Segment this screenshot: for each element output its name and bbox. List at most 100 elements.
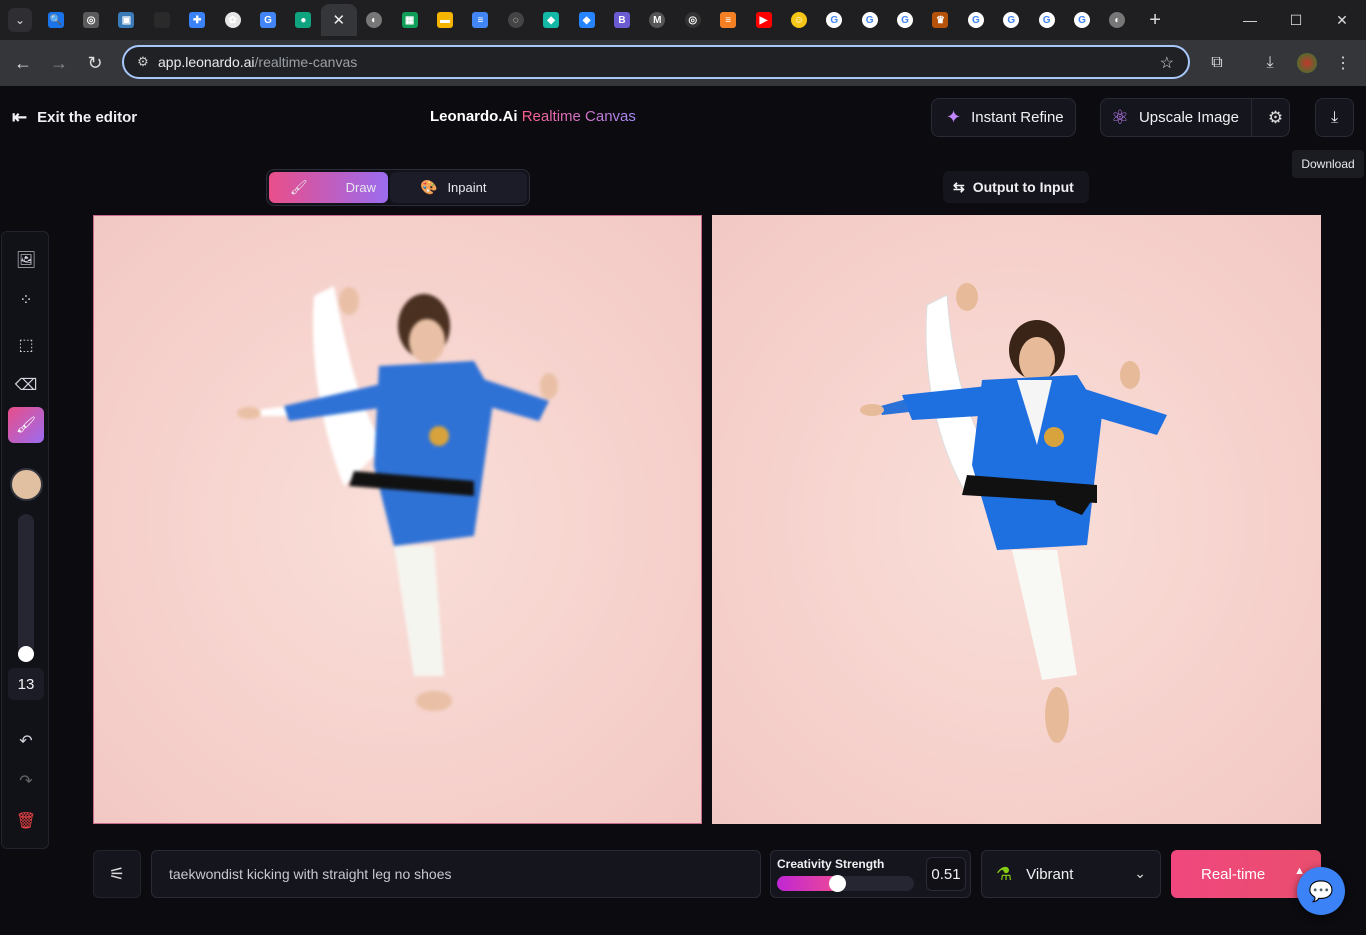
realtime-label: Real-time: [1201, 865, 1266, 883]
browser-tab[interactable]: G: [250, 4, 285, 36]
undo-icon[interactable]: ↶: [8, 723, 44, 759]
google-icon: G: [861, 12, 878, 28]
creativity-strength-label: Creativity Strength: [777, 857, 885, 871]
gear-icon[interactable]: ⚙: [1260, 99, 1291, 136]
forward-arrow-icon[interactable]: →: [41, 45, 77, 81]
browser-tab[interactable]: G: [958, 4, 993, 36]
google-icon: G: [897, 12, 914, 28]
brush-icon: 🖌: [289, 179, 308, 195]
brush-size-value[interactable]: 13: [8, 668, 44, 700]
google-icon: G: [1074, 12, 1091, 28]
trash-icon[interactable]: 🗑: [8, 803, 44, 839]
browser-tab[interactable]: ◎: [675, 4, 710, 36]
active-tab[interactable]: ✕: [321, 4, 357, 36]
instant-refine-button[interactable]: ✦ Instant Refine: [931, 98, 1076, 137]
browser-tab[interactable]: G: [1064, 4, 1099, 36]
browser-tab[interactable]: ✚: [180, 4, 215, 36]
select-icon[interactable]: ⬚: [8, 327, 44, 363]
brand-name: Leonardo.Ai: [430, 108, 518, 125]
redo-icon[interactable]: ↷: [8, 763, 44, 799]
window-close-icon[interactable]: ✕: [1319, 0, 1365, 40]
browser-tab[interactable]: ▦: [392, 4, 427, 36]
maximize-icon[interactable]: ☐: [1273, 0, 1319, 40]
browser-tab[interactable]: ●: [286, 4, 321, 36]
browser-tab[interactable]: G: [817, 4, 852, 36]
minimize-icon[interactable]: —: [1227, 0, 1273, 40]
sheets-icon: ▦: [401, 12, 418, 28]
jira-icon: ◆: [578, 12, 595, 28]
browser-tab[interactable]: ◆: [533, 4, 568, 36]
profile-avatar[interactable]: [1289, 45, 1325, 81]
browser-tab[interactable]: ▬: [427, 4, 462, 36]
url-path: /realtime-canvas: [254, 54, 358, 70]
browser-tab[interactable]: G: [1029, 4, 1064, 36]
browser-tab[interactable]: ◆: [569, 4, 604, 36]
add-image-icon[interactable]: 🖼: [8, 242, 44, 278]
tab-search-menu-button[interactable]: ⌄: [8, 8, 32, 32]
download-button[interactable]: ⤓: [1315, 98, 1354, 137]
browser-tab[interactable]: B: [604, 4, 639, 36]
globe-icon: ◐: [1109, 12, 1126, 28]
new-tab-button[interactable]: +: [1139, 4, 1171, 36]
tab-draw[interactable]: 🖌 Draw: [269, 172, 388, 203]
sparkle-icon: ✦: [946, 107, 962, 127]
globe-icon: ◐: [366, 12, 383, 28]
browser-tab[interactable]: ◐: [1100, 4, 1135, 36]
browser-tab[interactable]: G: [887, 4, 922, 36]
browser-tab[interactable]: ◐: [357, 4, 392, 36]
creativity-fill: [777, 876, 838, 891]
prompt-input[interactable]: [151, 850, 761, 898]
google-icon: G: [826, 12, 843, 28]
address-bar[interactable]: ⚙ app.leonardo.ai/realtime-canvas ☆: [122, 45, 1190, 79]
browser-tab[interactable]: ◌: [498, 4, 533, 36]
bookmark-star-icon[interactable]: ☆: [1160, 53, 1174, 73]
google-icon: G: [967, 12, 984, 28]
address-url: app.leonardo.ai/realtime-canvas: [158, 54, 357, 70]
browser-tab[interactable]: G: [994, 4, 1029, 36]
brush-size-knob[interactable]: [18, 646, 34, 662]
output-canvas: [712, 215, 1321, 824]
browser-tab[interactable]: ✿: [215, 4, 250, 36]
chat-support-icon[interactable]: 💬: [1297, 867, 1345, 915]
back-arrow-icon[interactable]: ←: [5, 45, 41, 81]
extensions-icon[interactable]: ⧉: [1199, 45, 1235, 81]
browser-menu-icon[interactable]: ⋮: [1325, 45, 1361, 81]
browser-tab[interactable]: M: [640, 4, 675, 36]
creativity-value[interactable]: 0.51: [926, 857, 966, 891]
browser-tab[interactable]: 🔍: [38, 4, 73, 36]
puzzle-icon: ✚: [189, 12, 206, 28]
tab-draw-label: Draw: [345, 180, 376, 195]
grid-icon[interactable]: ⁘: [8, 282, 44, 318]
output-figure: [860, 283, 1167, 743]
browser-tab[interactable]: ♛: [923, 4, 958, 36]
sliders-icon[interactable]: ⚟: [93, 850, 141, 898]
site-info-icon[interactable]: ⚙: [128, 54, 158, 70]
browser-tab[interactable]: ≡: [463, 4, 498, 36]
circle-icon: ◌: [507, 12, 524, 28]
youtube-icon: ▶: [755, 12, 772, 28]
browser-tab[interactable]: ▣: [109, 4, 144, 36]
browser-tab[interactable]: ▶: [746, 4, 781, 36]
browser-tab[interactable]: ◎: [73, 4, 108, 36]
browser-tab[interactable]: ≡: [710, 4, 745, 36]
download-tooltip: Download: [1292, 150, 1364, 178]
browser-tab[interactable]: [144, 4, 179, 36]
browser-tab[interactable]: G: [852, 4, 887, 36]
page-title: Leonardo.Ai Realtime Canvas: [430, 108, 636, 125]
browser-tab[interactable]: ☺: [781, 4, 816, 36]
tab-inpaint[interactable]: 🎨 Inpaint: [390, 172, 527, 203]
brush-size-slider[interactable]: [18, 514, 34, 662]
brush-color-swatch[interactable]: [10, 468, 43, 501]
reload-icon[interactable]: ↻: [77, 45, 113, 81]
openai-icon: ✿: [224, 12, 241, 28]
style-select[interactable]: ⚗ Vibrant ⌄: [981, 850, 1161, 898]
exit-editor-button[interactable]: ⇤ Exit the editor: [12, 107, 137, 128]
output-to-input-button[interactable]: ⇆ Output to Input: [943, 171, 1089, 203]
translate-icon: G: [260, 12, 277, 28]
drawing-canvas[interactable]: [93, 215, 702, 824]
brush-tool-icon[interactable]: 🖌: [8, 407, 44, 443]
downloads-icon[interactable]: ⤓: [1252, 45, 1288, 81]
eraser-icon[interactable]: ⌫: [8, 367, 44, 403]
diamond-icon: ◆: [543, 12, 560, 28]
upscale-image-button[interactable]: Upscale Image: [1139, 109, 1239, 126]
